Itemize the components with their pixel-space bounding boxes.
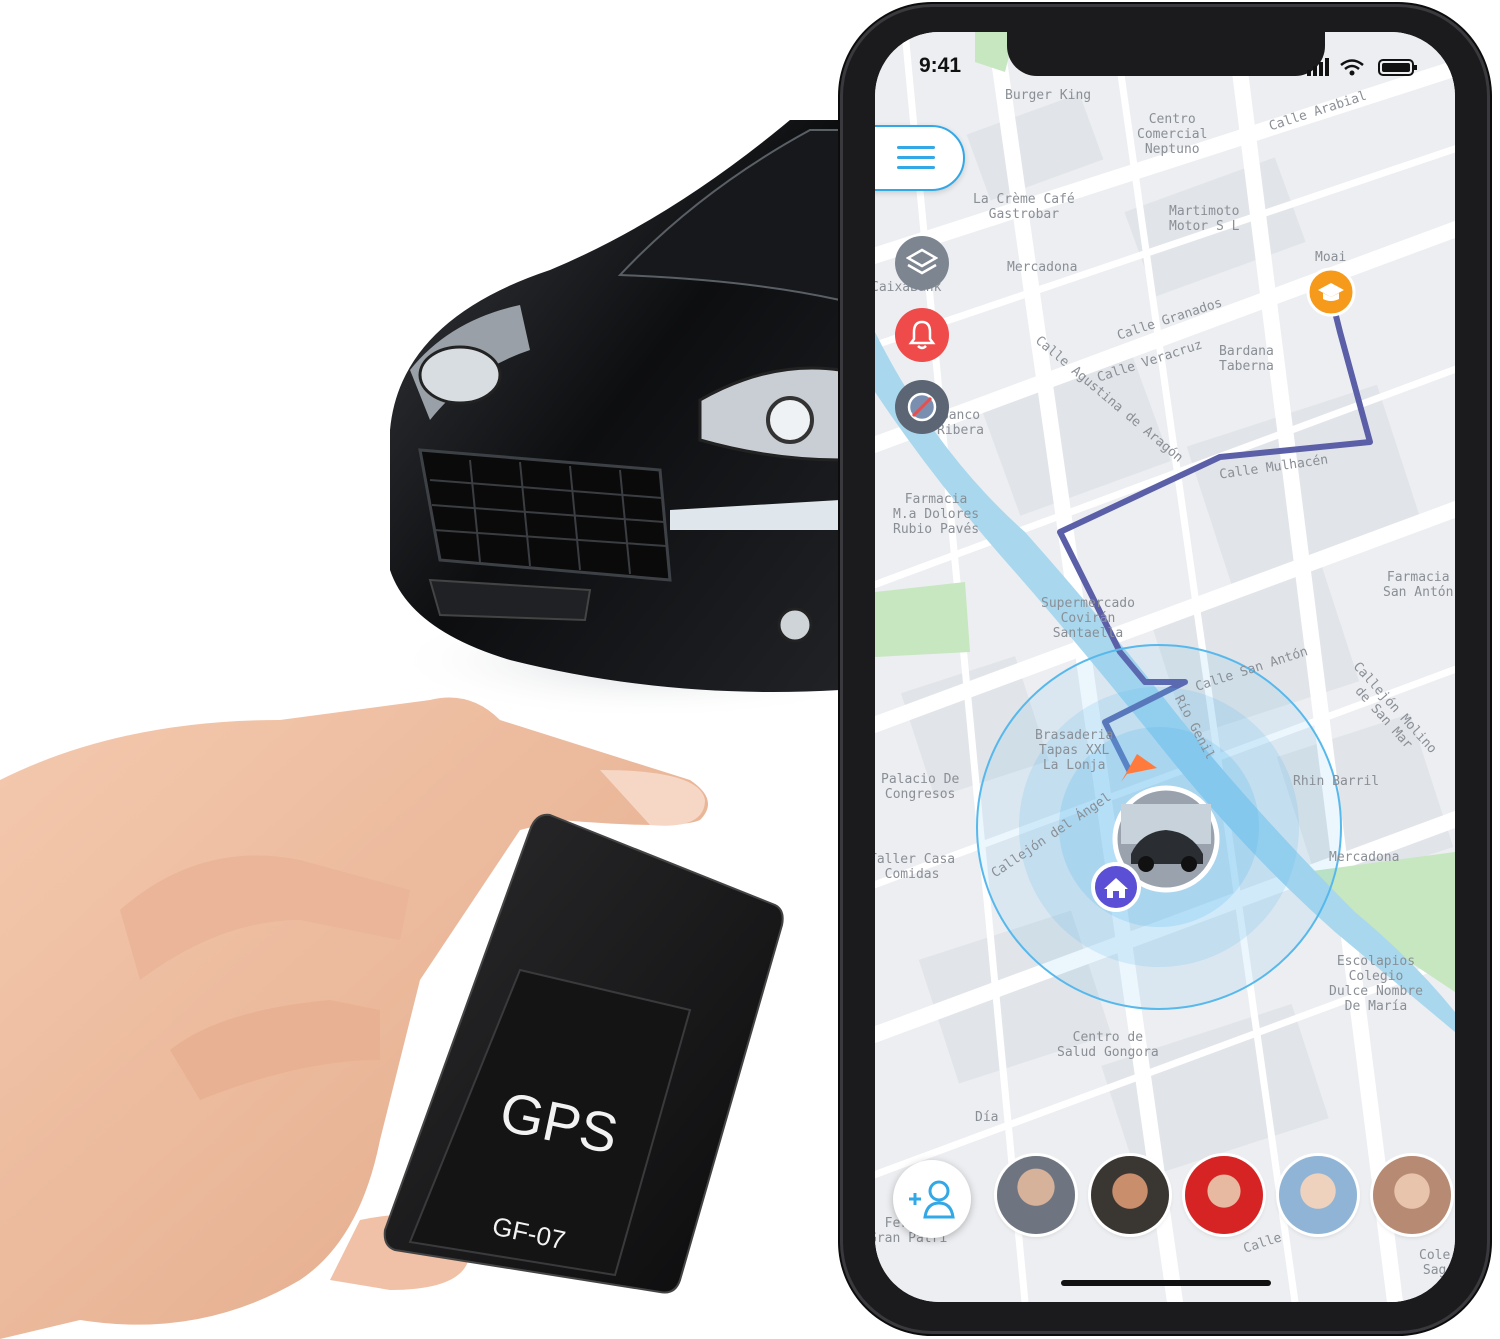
map-label: Farmacia San Antón [1383,570,1454,600]
map-label: Taller Casa Comidas [875,852,956,882]
alerts-button[interactable] [895,308,949,362]
status-time: 9:41 [919,54,962,77]
map-label: Burger King [1005,88,1092,103]
home-icon[interactable] [1089,860,1143,920]
gps-tracker-device [383,813,784,1294]
phone-notch [1007,32,1325,76]
friend-avatar[interactable] [997,1156,1075,1234]
map-label: Martimoto Motor S L [1169,204,1240,234]
hamburger-icon [897,146,935,169]
product-scene: GPS GF-07 Burger King Centro Comercial N… [0,0,1500,1339]
friend-avatar[interactable] [1279,1156,1357,1234]
restricted-zone-button[interactable] [895,380,949,434]
wifi-icon [1340,59,1364,70]
map-label: Mercadona [1007,260,1078,275]
friend-avatar[interactable] [1185,1156,1263,1234]
tracking-app-screen: Burger King Centro Comercial Neptuno Cal… [875,32,1455,1302]
battery-icon [1378,59,1417,76]
menu-button[interactable] [875,125,965,191]
map-label: Brasaderia Tapas XXL La Lonja [1035,728,1114,773]
school-cap-icon[interactable] [1305,266,1357,322]
no-entry-icon [907,392,937,422]
car-illustration [390,120,850,720]
map-label: Cole Sag [1419,1248,1451,1278]
map-label: Centro de Salud Gongora [1057,1030,1159,1060]
status-icons [1307,58,1417,76]
map-label: Escolapios Colegio Dulce Nombre De María [1329,954,1423,1014]
map-label: Moai [1315,250,1347,265]
map-label: Palacio De Congresos [881,772,960,802]
map-label: Centro Comercial Neptuno [1137,112,1208,157]
friend-avatar[interactable] [1373,1156,1451,1234]
map-label: Bardana Taberna [1219,344,1274,374]
map-label: Supermercado Covirán Santaella [1041,596,1135,641]
add-friend-button[interactable] [893,1160,971,1238]
map-label: Rhin Barril [1293,774,1380,789]
bell-icon [908,320,936,350]
map-label: La Crème Café Gastrobar [973,192,1075,222]
home-indicator[interactable] [1061,1280,1271,1286]
friend-avatar[interactable] [1091,1156,1169,1234]
map-label: Mercadona [1329,850,1400,865]
add-person-icon [909,1180,955,1219]
map-label: Día [975,1110,999,1125]
map-layers-button[interactable] [895,236,949,290]
layers-icon [906,248,938,275]
signal-icon [1307,58,1329,76]
map-label: Farmacia M.a Dolores Rubio Pavés [893,492,980,537]
